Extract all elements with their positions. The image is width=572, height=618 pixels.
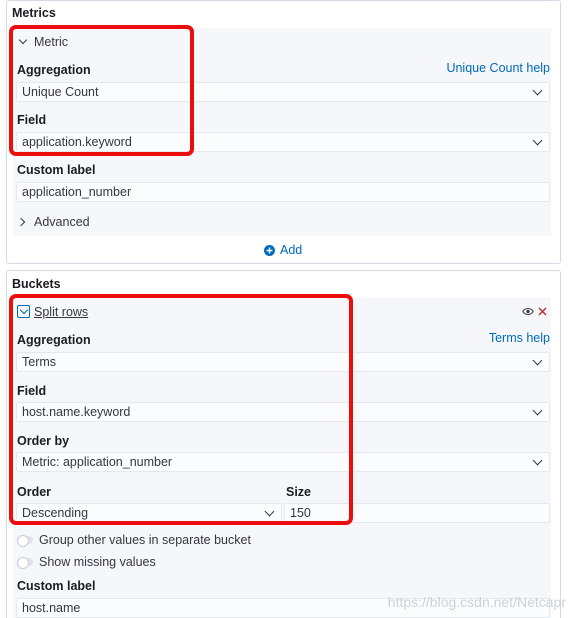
- buckets-title: Buckets: [12, 277, 61, 291]
- unique-count-help-link[interactable]: Unique Count help: [446, 61, 550, 75]
- metric-custom-label-value: application_number: [22, 185, 132, 199]
- order-label: Order: [17, 485, 52, 499]
- chevron-down-icon: [17, 305, 30, 318]
- eye-icon[interactable]: [522, 307, 534, 316]
- bucket-aggregation-label: Aggregation: [17, 333, 91, 347]
- bucket-field-select[interactable]: host.name.keyword: [16, 402, 550, 422]
- chevron-down-icon: [532, 455, 543, 466]
- show-missing-toggle: [17, 557, 33, 569]
- chevron-right-icon: [16, 217, 26, 227]
- metric-field-label: Field: [17, 113, 47, 127]
- metrics-title: Metrics: [12, 6, 56, 20]
- group-other-label: Group other values in separate bucket: [39, 533, 251, 547]
- metric-aggregation-value: Unique Count: [22, 85, 99, 99]
- chevron-down-icon: [18, 35, 28, 45]
- bucket-custom-label-value: host.name: [22, 601, 81, 615]
- metric-advanced-toggle[interactable]: Advanced: [16, 213, 108, 231]
- metric-advanced-label: Advanced: [34, 215, 90, 229]
- chevron-down-icon: [532, 85, 543, 96]
- chevron-down-icon: [532, 355, 543, 366]
- close-icon[interactable]: [538, 307, 547, 316]
- metric-aggregation-label: Aggregation: [17, 63, 91, 77]
- bucket-aggregation-value: Terms: [22, 355, 57, 369]
- add-metric-button[interactable]: Add: [262, 242, 312, 260]
- metric-custom-label-label: Custom label: [17, 163, 96, 177]
- add-metric-label: Add: [280, 243, 303, 257]
- split-rows-toggle[interactable]: Split rows: [17, 303, 97, 321]
- bucket-aggregation-select[interactable]: Terms: [16, 352, 550, 372]
- terms-help-link[interactable]: Terms help: [489, 331, 550, 345]
- bucket-field-value: host.name.keyword: [22, 405, 131, 419]
- plus-circle-icon: [264, 245, 275, 256]
- metric-field-value: application.keyword: [22, 135, 132, 149]
- order-select[interactable]: Descending: [16, 503, 282, 523]
- bucket-custom-label-label: Custom label: [17, 579, 96, 593]
- show-missing-switch[interactable]: Show missing values: [17, 555, 177, 571]
- size-label: Size: [286, 485, 312, 499]
- metric-toggle[interactable]: Metric: [18, 34, 88, 52]
- order-value: Descending: [22, 506, 89, 520]
- chevron-down-icon: [532, 135, 543, 146]
- order-by-value: Metric: application_number: [22, 455, 173, 469]
- group-other-toggle: [17, 535, 33, 547]
- watermark: https://blog.csdn.net/Netcapr: [387, 594, 566, 610]
- metric-field-select[interactable]: application.keyword: [16, 132, 550, 152]
- order-by-select[interactable]: Metric: application_number: [16, 452, 550, 472]
- chevron-down-icon: [532, 405, 543, 416]
- metric-toggle-label: Metric: [34, 35, 69, 49]
- size-input[interactable]: 150: [284, 503, 550, 523]
- metric-aggregation-select[interactable]: Unique Count: [16, 82, 550, 102]
- split-rows-label: Split rows: [34, 305, 89, 319]
- group-other-switch[interactable]: Group other values in separate bucket: [17, 533, 277, 549]
- size-value: 150: [290, 506, 311, 520]
- show-missing-label: Show missing values: [39, 555, 156, 569]
- chevron-down-icon: [264, 506, 275, 517]
- order-by-label: Order by: [17, 434, 70, 448]
- bucket-field-label: Field: [17, 384, 47, 398]
- metric-custom-label-input[interactable]: application_number: [16, 182, 550, 202]
